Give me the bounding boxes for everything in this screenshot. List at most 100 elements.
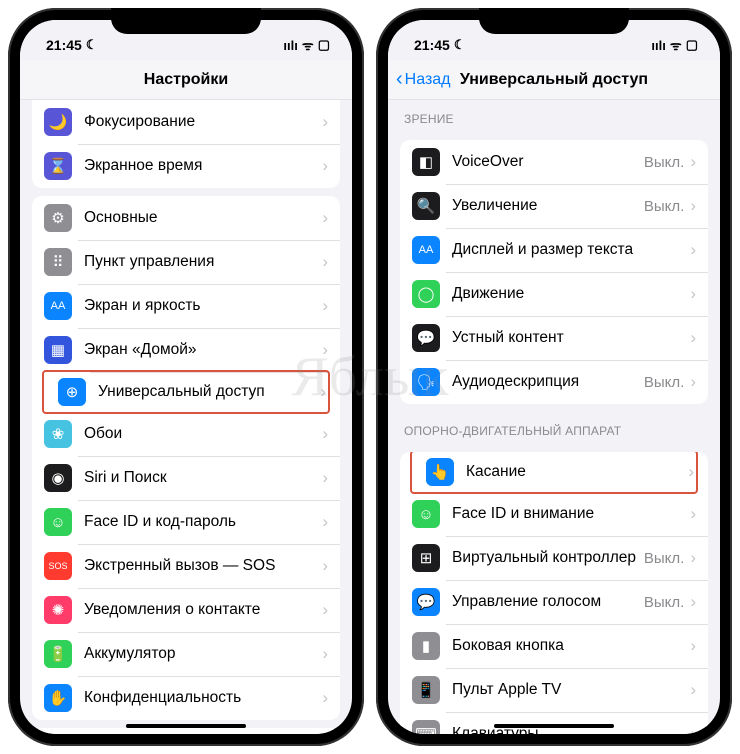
row-voiceover[interactable]: ◧VoiceOverВыкл.› xyxy=(400,140,708,184)
row-appletv-icon: 📱 xyxy=(412,676,440,704)
status-time: 21:45 xyxy=(46,37,82,53)
row-label: Face ID и код-пароль xyxy=(84,513,322,531)
row-voicecontrol-icon: 💬 xyxy=(412,588,440,616)
phone-right: 21:45 ☾ ıılı ᯤ ▢ ‹ Назад Универсальный д… xyxy=(376,8,732,746)
row-siri[interactable]: ◉Siri и Поиск› xyxy=(32,456,340,500)
row-voicecontrol[interactable]: 💬Управление голосомВыкл.› xyxy=(400,580,708,624)
section-header: ОПОРНО-ДВИГАТЕЛЬНЫЙ АППАРАТ xyxy=(388,412,720,444)
row-label: Экранное время xyxy=(84,157,322,175)
chevron-right-icon: › xyxy=(322,512,328,532)
row-homescreen[interactable]: ▦Экран «Домой»› xyxy=(32,328,340,372)
home-indicator[interactable] xyxy=(126,724,246,728)
row-label: Пульт Apple TV xyxy=(452,681,690,699)
row-label: Виртуальный контроллер xyxy=(452,549,644,567)
row-sidebutton[interactable]: ▮Боковая кнопка› xyxy=(400,624,708,668)
row-sos-icon: SOS xyxy=(44,552,72,580)
wifi-icon: ᯤ xyxy=(302,36,314,54)
chevron-right-icon: › xyxy=(690,548,696,568)
navbar-right: ‹ Назад Универсальный доступ xyxy=(388,60,720,100)
row-controlcenter[interactable]: ⠿Пункт управления› xyxy=(32,240,340,284)
page-title: Настройки xyxy=(144,71,228,89)
row-label: VoiceOver xyxy=(452,153,644,171)
row-label: Обои xyxy=(84,425,322,443)
row-audiodesc-icon: 🗣 xyxy=(412,368,440,396)
row-focus-icon: 🌙 xyxy=(44,108,72,136)
row-exposure[interactable]: ✺Уведомления о контакте› xyxy=(32,588,340,632)
navbar-left: Настройки xyxy=(20,60,352,100)
home-indicator[interactable] xyxy=(494,724,614,728)
row-label: Аудиодескрипция xyxy=(452,373,644,391)
row-label: Универсальный доступ xyxy=(98,383,320,401)
row-label: Экстренный вызов — SOS xyxy=(84,557,322,575)
screen-left: 21:45 ☾ ıılı ᯤ ▢ Настройки 🌙Фокусировани… xyxy=(20,20,352,734)
settings-group: AApp Store›▬Wallet и Apple Pay› xyxy=(32,728,340,734)
row-faceid-icon: ☺ xyxy=(44,508,72,536)
chevron-right-icon: › xyxy=(322,156,328,176)
row-faceid-attn[interactable]: ☺Face ID и внимание› xyxy=(400,492,708,536)
row-battery-icon: 🔋 xyxy=(44,640,72,668)
row-focus[interactable]: 🌙Фокусирование› xyxy=(32,100,340,144)
notch xyxy=(479,8,629,34)
chevron-right-icon: › xyxy=(322,296,328,316)
row-keyboards-icon: ⌨ xyxy=(412,720,440,734)
chevron-right-icon: › xyxy=(322,340,328,360)
row-touch[interactable]: 👆Касание› xyxy=(410,452,698,494)
row-screentime[interactable]: ⌛ Экранное время› xyxy=(32,144,340,188)
row-screentime-icon: ⌛ xyxy=(44,152,72,180)
chevron-right-icon: › xyxy=(690,284,696,304)
chevron-right-icon: › xyxy=(322,468,328,488)
chevron-right-icon: › xyxy=(322,644,328,664)
row-motion[interactable]: ◯Движение› xyxy=(400,272,708,316)
chevron-right-icon: › xyxy=(322,208,328,228)
row-wallpaper-icon: ❀ xyxy=(44,420,72,448)
row-label: Увеличение xyxy=(452,197,644,215)
row-value: Выкл. xyxy=(644,374,684,391)
chevron-right-icon: › xyxy=(320,382,326,402)
chevron-right-icon: › xyxy=(688,462,694,482)
row-privacy[interactable]: ✋Конфиденциальность› xyxy=(32,676,340,720)
row-label: Пункт управления xyxy=(84,253,322,271)
row-keyboards[interactable]: ⌨Клавиатуры› xyxy=(400,712,708,734)
row-accessibility[interactable]: ⊕ Универсальный доступ› xyxy=(42,370,330,414)
chevron-right-icon: › xyxy=(690,680,696,700)
row-general-icon: ⚙ xyxy=(44,204,72,232)
row-label: Аккумулятор xyxy=(84,645,322,663)
row-appletv[interactable]: 📱 Пульт Apple TV› xyxy=(400,668,708,712)
settings-group: 🌙Фокусирование› ⌛ Экранное время› xyxy=(32,100,340,188)
row-battery[interactable]: 🔋 Аккумулятор› xyxy=(32,632,340,676)
accessibility-list[interactable]: ЗРЕНИЕ◧VoiceOverВыкл.›🔍УвеличениеВыкл.›A… xyxy=(388,100,720,734)
row-spoken-icon: 💬 xyxy=(412,324,440,352)
back-button[interactable]: ‹ Назад xyxy=(396,68,451,91)
back-label: Назад xyxy=(405,71,451,89)
row-sos[interactable]: SOS Экстренный вызов — SOS› xyxy=(32,544,340,588)
row-switchcontrol[interactable]: ⊞Виртуальный контроллерВыкл.› xyxy=(400,536,708,580)
chevron-right-icon: › xyxy=(690,504,696,524)
phone-left: 21:45 ☾ ıılı ᯤ ▢ Настройки 🌙Фокусировани… xyxy=(8,8,364,746)
row-value: Выкл. xyxy=(644,550,684,567)
row-zoom[interactable]: 🔍УвеличениеВыкл.› xyxy=(400,184,708,228)
row-display[interactable]: AAЭкран и яркость› xyxy=(32,284,340,328)
chevron-right-icon: › xyxy=(690,328,696,348)
row-motion-icon: ◯ xyxy=(412,280,440,308)
signal-icon: ıılı xyxy=(651,38,665,53)
row-label: Экран и яркость xyxy=(84,297,322,315)
settings-list[interactable]: 🌙Фокусирование›⌛Экранное время›⚙Основные… xyxy=(20,100,352,734)
chevron-right-icon: › xyxy=(690,592,696,612)
chevron-right-icon: › xyxy=(690,636,696,656)
row-accessibility-icon: ⊕ xyxy=(58,378,86,406)
wifi-icon: ᯤ xyxy=(670,36,682,54)
row-displaytext[interactable]: AAДисплей и размер текста› xyxy=(400,228,708,272)
row-spoken[interactable]: 💬Устный контент› xyxy=(400,316,708,360)
row-touch-icon: 👆 xyxy=(426,458,454,486)
chevron-right-icon: › xyxy=(690,152,696,172)
row-general[interactable]: ⚙Основные› xyxy=(32,196,340,240)
row-faceid[interactable]: ☺ Face ID и код-пароль› xyxy=(32,500,340,544)
chevron-right-icon: › xyxy=(322,424,328,444)
row-audiodesc[interactable]: 🗣АудиодескрипцияВыкл.› xyxy=(400,360,708,404)
row-wallpaper[interactable]: ❀ Обои› xyxy=(32,412,340,456)
chevron-right-icon: › xyxy=(322,600,328,620)
chevron-right-icon: › xyxy=(322,556,328,576)
chevron-right-icon: › xyxy=(690,196,696,216)
row-appstore[interactable]: AApp Store› xyxy=(32,728,340,734)
page-title: Универсальный доступ xyxy=(460,71,648,89)
